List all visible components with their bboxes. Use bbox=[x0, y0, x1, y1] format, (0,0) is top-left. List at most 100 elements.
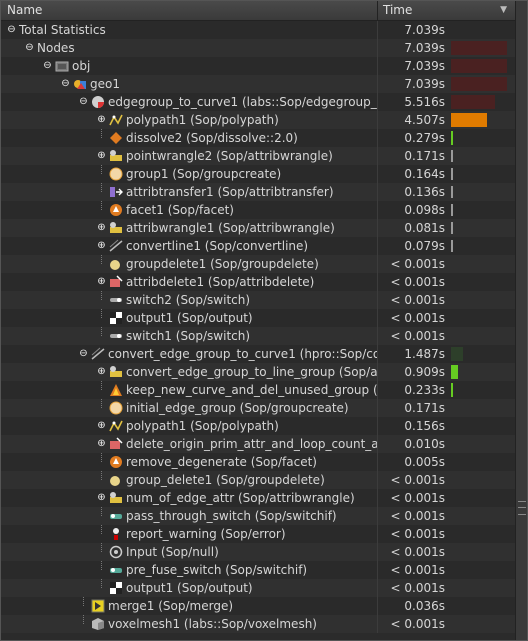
expand-icon[interactable]: ⊕ bbox=[97, 115, 106, 125]
time-cell: 5.516s bbox=[404, 95, 445, 109]
tree-row[interactable]: ⊕ convert_edge_group_to_line_group (Sop/a… bbox=[1, 363, 515, 381]
tree-row[interactable]: ⊕ polypath1 (Sop/polypath) 0.156s bbox=[1, 417, 515, 435]
name-column-header[interactable]: Name bbox=[1, 1, 378, 20]
node-label: num_of_edge_attr (Sop/attribwrangle) bbox=[126, 491, 355, 505]
name-cell: ⊖ Total Statistics bbox=[1, 21, 378, 39]
node-label: switch2 (Sop/switch) bbox=[126, 293, 251, 307]
tree-row[interactable]: output1 (Sop/output) < 0.001s bbox=[1, 309, 515, 327]
expand-icon[interactable]: ⊕ bbox=[97, 241, 106, 251]
time-cell: < 0.001s bbox=[390, 563, 445, 577]
tree-row[interactable]: switch2 (Sop/switch) < 0.001s bbox=[1, 291, 515, 309]
name-cell: voxelmesh1 (labs::Sop/voxelmesh) bbox=[1, 615, 378, 633]
tree-row[interactable]: ⊖ edgegroup_to_curve1 (labs::Sop/edgegrou… bbox=[1, 93, 515, 111]
tree-row[interactable]: ⊖ Total Statistics 7.039s bbox=[1, 21, 515, 39]
tree-row[interactable]: ⊕ num_of_edge_attr (Sop/attribwrangle) < 0… bbox=[1, 489, 515, 507]
name-cell: output1 (Sop/output) bbox=[1, 579, 378, 597]
groupdelete-icon bbox=[109, 257, 123, 271]
time-cell: 0.164s bbox=[404, 167, 445, 181]
tree-row[interactable]: remove_degenerate (Sop/facet) 0.005s bbox=[1, 453, 515, 471]
tree-connector bbox=[101, 453, 102, 462]
time-cell: 1.487s bbox=[404, 347, 445, 361]
voxelmesh-icon bbox=[91, 617, 105, 631]
tree-row[interactable]: group1 (Sop/groupcreate) 0.164s bbox=[1, 165, 515, 183]
sort-descending-icon[interactable]: ▼ bbox=[500, 1, 507, 20]
time-column-header[interactable]: Time ▼ bbox=[379, 1, 515, 20]
hda-icon bbox=[91, 95, 105, 109]
tree-row[interactable]: facet1 (Sop/facet) 0.098s bbox=[1, 201, 515, 219]
tree-connector bbox=[101, 327, 102, 336]
node-label: switch1 (Sop/switch) bbox=[126, 329, 251, 343]
tree-row[interactable]: attribtransfer1 (Sop/attribtransfer) 0.13… bbox=[1, 183, 515, 201]
tree-row[interactable]: ⊕ polypath1 (Sop/polypath) 4.507s bbox=[1, 111, 515, 129]
scrollbar-grip-icon[interactable] bbox=[518, 501, 526, 515]
expand-icon[interactable]: ⊕ bbox=[97, 421, 106, 431]
tree-row[interactable]: pass_through_switch (Sop/switchif) < 0.00… bbox=[1, 507, 515, 525]
expand-icon[interactable]: ⊕ bbox=[97, 151, 106, 161]
switchif-icon bbox=[109, 563, 123, 577]
time-bar-cell bbox=[451, 419, 507, 433]
tree-row[interactable]: ⊕ attribdelete1 (Sop/attribdelete) < 0.001… bbox=[1, 273, 515, 291]
name-cell: remove_degenerate (Sop/facet) bbox=[1, 453, 378, 471]
tree-row[interactable]: ⊖ geo1 7.039s bbox=[1, 75, 515, 93]
tree-row[interactable]: ⊖ convert_edge_group_to_curve1 (hpro::Sop… bbox=[1, 345, 515, 363]
tree-row[interactable]: pre_fuse_switch (Sop/switchif) < 0.001s bbox=[1, 561, 515, 579]
vertical-scrollbar[interactable] bbox=[515, 1, 527, 640]
polypath-icon bbox=[109, 419, 123, 433]
tree-row[interactable]: merge1 (Sop/merge) 0.036s bbox=[1, 597, 515, 615]
collapse-icon[interactable]: ⊖ bbox=[79, 349, 88, 359]
time-cell: 0.081s bbox=[404, 221, 445, 235]
tree-row[interactable]: ⊕ attribwrangle1 (Sop/attribwrangle) 0.081… bbox=[1, 219, 515, 237]
tree-row[interactable]: switch1 (Sop/switch) < 0.001s bbox=[1, 327, 515, 345]
collapse-icon[interactable]: ⊖ bbox=[79, 97, 88, 107]
time-bar bbox=[451, 150, 453, 162]
expand-icon[interactable]: ⊕ bbox=[97, 367, 106, 377]
time-bar bbox=[451, 41, 507, 55]
expand-icon[interactable]: ⊕ bbox=[97, 493, 106, 503]
tree-connector bbox=[83, 615, 84, 624]
tree-row[interactable]: ⊕ pointwrangle2 (Sop/attribwrangle) 0.171s bbox=[1, 147, 515, 165]
time-cell: < 0.001s bbox=[390, 581, 445, 595]
tree-row[interactable]: ⊕ delete_origin_prim_attr_and_loop_count_… bbox=[1, 435, 515, 453]
collapse-icon[interactable]: ⊖ bbox=[61, 79, 70, 89]
tree-connector bbox=[101, 507, 102, 516]
collapse-icon[interactable]: ⊖ bbox=[43, 61, 52, 71]
time-cell: < 0.001s bbox=[390, 545, 445, 559]
attribdelete-icon bbox=[109, 275, 123, 289]
time-bar-cell bbox=[451, 473, 507, 487]
collapse-icon[interactable]: ⊖ bbox=[7, 25, 16, 35]
tree-row[interactable]: report_warning (Sop/error) < 0.001s bbox=[1, 525, 515, 543]
tree-row[interactable]: Input (Sop/null) < 0.001s bbox=[1, 543, 515, 561]
name-cell: switch2 (Sop/switch) bbox=[1, 291, 378, 309]
time-bar-cell bbox=[451, 239, 507, 253]
tree-connector bbox=[101, 183, 102, 192]
tree-row[interactable]: ⊖ obj 7.039s bbox=[1, 57, 515, 75]
node-label: attribdelete1 (Sop/attribdelete) bbox=[126, 275, 315, 289]
wrangle-icon bbox=[109, 491, 123, 505]
tree-row[interactable]: ⊖ Nodes 7.039s bbox=[1, 39, 515, 57]
time-cell: 0.171s bbox=[404, 401, 445, 415]
tree-row[interactable]: output1 (Sop/output) < 0.001s bbox=[1, 579, 515, 597]
tree-row[interactable]: dissolve2 (Sop/dissolve::2.0) 0.279s bbox=[1, 129, 515, 147]
node-label: convert_edge_group_to_line_group (Sop/at bbox=[126, 365, 378, 379]
time-cell: < 0.001s bbox=[390, 617, 445, 631]
expand-icon[interactable]: ⊕ bbox=[97, 223, 106, 233]
name-cell: report_warning (Sop/error) bbox=[1, 525, 378, 543]
time-bar-cell bbox=[451, 293, 507, 307]
expand-icon[interactable]: ⊕ bbox=[97, 439, 106, 449]
time-cell: 0.279s bbox=[404, 131, 445, 145]
collapse-icon[interactable]: ⊖ bbox=[25, 43, 34, 53]
tree-row[interactable]: voxelmesh1 (labs::Sop/voxelmesh) < 0.001s bbox=[1, 615, 515, 633]
tree-row[interactable]: initial_edge_group (Sop/groupcreate) 0.17… bbox=[1, 399, 515, 417]
tree-row[interactable]: group_delete1 (Sop/groupdelete) < 0.001s bbox=[1, 471, 515, 489]
time-cell: 7.039s bbox=[404, 23, 445, 37]
name-cell: ⊖ edgegroup_to_curve1 (labs::Sop/edgegrou… bbox=[1, 93, 378, 111]
time-column-label: Time bbox=[383, 3, 413, 17]
tree-row[interactable]: groupdelete1 (Sop/groupdelete) < 0.001s bbox=[1, 255, 515, 273]
time-bar-cell bbox=[451, 113, 507, 127]
node-label: edgegroup_to_curve1 (labs::Sop/edgegroup… bbox=[108, 95, 378, 109]
expand-icon[interactable]: ⊕ bbox=[97, 277, 106, 287]
wrangle-icon bbox=[109, 149, 123, 163]
column-header: Name Time ▼ bbox=[1, 1, 515, 21]
tree-row[interactable]: keep_new_curve_and_del_unused_group (S 0.… bbox=[1, 381, 515, 399]
tree-row[interactable]: ⊕ convertline1 (Sop/convertline) 0.079s bbox=[1, 237, 515, 255]
